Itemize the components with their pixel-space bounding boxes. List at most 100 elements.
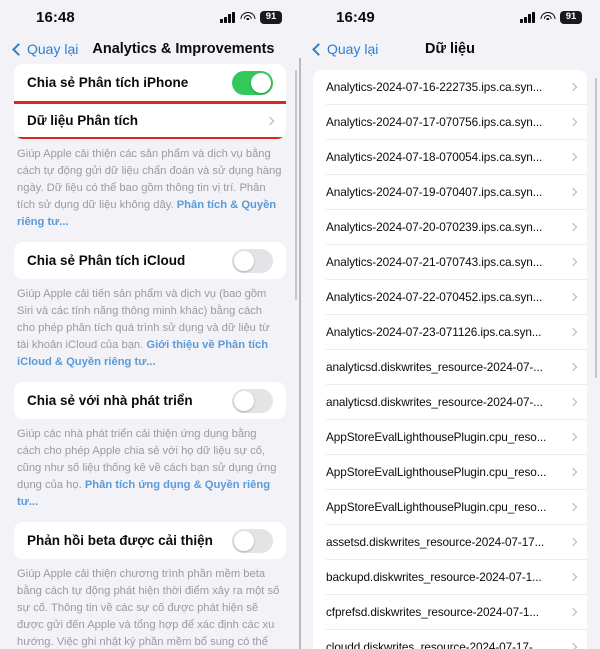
toggle-share-with-developers[interactable] [232, 388, 273, 413]
right-phone-screen: 16:49 91 Quay lại Dữ liệu Analytics-2024… [300, 0, 600, 649]
back-button[interactable]: Quay lại [312, 41, 379, 57]
toggle-knob [234, 250, 254, 271]
blurb-beta: Giúp Apple cải thiện chương trình phần m… [14, 559, 286, 649]
chevron-left-icon [312, 42, 325, 56]
list-item-label: analyticsd.diskwrites_resource-2024-07-.… [326, 395, 543, 409]
cellular-signal-icon [520, 11, 535, 23]
status-indicators: 91 [520, 0, 582, 34]
list-item[interactable]: analyticsd.diskwrites_resource-2024-07-.… [313, 385, 587, 419]
row-analytics-data[interactable]: Dữ liệu Phân tích [14, 102, 286, 139]
list-item-label: Analytics-2024-07-22-070452.ips.ca.syn..… [326, 290, 543, 304]
blurb-text: Giúp Apple cải thiện chương trình phần m… [17, 568, 280, 649]
row-label: Chia sẻ Phân tích iPhone [27, 75, 189, 90]
chevron-right-icon [568, 432, 578, 442]
status-bar-right: 16:49 91 [300, 0, 600, 34]
settings-card-analytics: Chia sẻ Phân tích iPhone Dữ liệu Phân tí… [14, 64, 286, 139]
dual-screenshot-container: 16:48 91 Quay lại Analytics & Improvemen… [0, 0, 600, 649]
nav-bar-right: Quay lại Dữ liệu [300, 34, 600, 64]
chevron-left-icon [12, 42, 25, 56]
blurb-icloud: Giúp Apple cải tiến sản phẩm và dịch vụ … [14, 279, 286, 371]
chevron-right-icon [568, 187, 578, 197]
list-item[interactable]: Analytics-2024-07-19-070407.ips.ca.syn..… [313, 175, 587, 209]
list-item-label: Analytics-2024-07-16-222735.ips.ca.syn..… [326, 80, 543, 94]
list-item[interactable]: AppStoreEvalLighthousePlugin.cpu_reso... [313, 420, 587, 454]
row-label: Chia sẻ với nhà phát triển [27, 393, 193, 409]
battery-badge: 91 [260, 10, 282, 24]
settings-card-developers: Chia sẻ với nhà phát triển [14, 382, 286, 420]
list-item-label: Analytics-2024-07-23-071126.ips.ca.syn..… [326, 325, 542, 339]
list-item-label: Analytics-2024-07-18-070054.ips.ca.syn..… [326, 150, 543, 164]
chevron-right-icon [568, 607, 578, 617]
settings-card-icloud: Chia sẻ Phân tích iCloud [14, 242, 286, 280]
list-item[interactable]: Analytics-2024-07-18-070054.ips.ca.syn..… [313, 140, 587, 174]
analytics-data-card: Analytics-2024-07-16-222735.ips.ca.syn..… [313, 70, 587, 649]
toggle-knob [234, 530, 254, 551]
panel-divider [299, 58, 301, 649]
row-label: Chia sẻ Phân tích iCloud [27, 253, 186, 269]
list-item[interactable]: analyticsd.diskwrites_resource-2024-07-.… [313, 350, 587, 384]
row-label: Dữ liệu Phân tích [27, 113, 139, 128]
toggle-share-iphone-analytics[interactable] [232, 70, 273, 95]
chevron-right-icon [568, 292, 578, 302]
chevron-right-icon [568, 362, 578, 372]
chevron-right-icon [568, 152, 578, 162]
chevron-right-icon [568, 572, 578, 582]
list-item-label: assetsd.diskwrites_resource-2024-07-17..… [326, 535, 545, 549]
chevron-right-icon [265, 116, 275, 125]
row-improve-beta-feedback[interactable]: Phản hồi beta được cải thiện [14, 522, 286, 559]
row-share-with-developers[interactable]: Chia sẻ với nhà phát triển [14, 382, 286, 419]
toggle-knob [234, 390, 254, 411]
chevron-right-icon [568, 642, 578, 649]
row-label: Phản hồi beta được cải thiện [27, 533, 213, 549]
list-item[interactable]: Analytics-2024-07-21-070743.ips.ca.syn..… [313, 245, 587, 279]
left-phone-screen: 16:48 91 Quay lại Analytics & Improvemen… [0, 0, 300, 649]
list-item[interactable]: AppStoreEvalLighthousePlugin.cpu_reso... [313, 455, 587, 489]
list-item[interactable]: Analytics-2024-07-17-070756.ips.ca.syn..… [313, 105, 587, 139]
list-item[interactable]: Analytics-2024-07-16-222735.ips.ca.syn..… [313, 70, 587, 104]
list-item[interactable]: cloudd.diskwrites_resource-2024-07-17-..… [313, 630, 587, 649]
toggle-improve-beta-feedback[interactable] [232, 528, 273, 553]
scrollbar-left[interactable] [294, 70, 297, 300]
list-item[interactable]: Analytics-2024-07-23-071126.ips.ca.syn..… [313, 315, 587, 349]
list-item-label: backupd.diskwrites_resource-2024-07-1... [326, 570, 542, 584]
battery-badge: 91 [560, 10, 582, 24]
list-item[interactable]: AppStoreEvalLighthousePlugin.cpu_reso... [313, 490, 587, 524]
toggle-share-icloud-analytics[interactable] [232, 248, 273, 273]
chevron-right-icon [568, 537, 578, 547]
scrollbar-right[interactable] [594, 78, 597, 378]
toggle-knob [251, 72, 271, 93]
list-item-label: AppStoreEvalLighthousePlugin.cpu_reso... [326, 500, 547, 514]
list-item-label: Analytics-2024-07-19-070407.ips.ca.syn..… [326, 185, 543, 199]
list-item[interactable]: assetsd.diskwrites_resource-2024-07-17..… [313, 525, 587, 559]
list-item-label: cloudd.diskwrites_resource-2024-07-17-..… [326, 640, 543, 649]
status-time: 16:48 [36, 8, 75, 26]
back-button-label: Quay lại [27, 41, 79, 57]
chevron-right-icon [568, 397, 578, 407]
back-button-label: Quay lại [327, 41, 379, 57]
list-item-label: Analytics-2024-07-21-070743.ips.ca.syn..… [326, 255, 543, 269]
chevron-right-icon [568, 502, 578, 512]
blurb-analytics: Giúp Apple cải thiện các sản phẩm và dịc… [14, 139, 286, 231]
page-title: Analytics & Improvements [92, 41, 275, 57]
list-item-label: Analytics-2024-07-17-070756.ips.ca.syn..… [326, 115, 543, 129]
analytics-data-list: Analytics-2024-07-16-222735.ips.ca.syn..… [300, 64, 600, 649]
chevron-right-icon [568, 327, 578, 337]
row-share-icloud-analytics[interactable]: Chia sẻ Phân tích iCloud [14, 242, 286, 279]
list-item-label: Analytics-2024-07-20-070239.ips.ca.syn..… [326, 220, 543, 234]
nav-bar-left: Quay lại Analytics & Improvements [0, 34, 300, 64]
list-item-label: AppStoreEvalLighthousePlugin.cpu_reso... [326, 430, 547, 444]
row-share-iphone-analytics[interactable]: Chia sẻ Phân tích iPhone [14, 64, 286, 101]
settings-card-beta: Phản hồi beta được cải thiện [14, 522, 286, 560]
list-item[interactable]: Analytics-2024-07-22-070452.ips.ca.syn..… [313, 280, 587, 314]
settings-list: Chia sẻ Phân tích iPhone Dữ liệu Phân tí… [0, 64, 300, 649]
list-item[interactable]: backupd.diskwrites_resource-2024-07-1... [313, 560, 587, 594]
chevron-right-icon [568, 467, 578, 477]
list-item-label: AppStoreEvalLighthousePlugin.cpu_reso... [326, 465, 547, 479]
list-item[interactable]: Analytics-2024-07-20-070239.ips.ca.syn..… [313, 210, 587, 244]
list-item[interactable]: cfprefsd.diskwrites_resource-2024-07-1..… [313, 595, 587, 629]
chevron-right-icon [568, 222, 578, 232]
back-button[interactable]: Quay lại [12, 41, 79, 57]
